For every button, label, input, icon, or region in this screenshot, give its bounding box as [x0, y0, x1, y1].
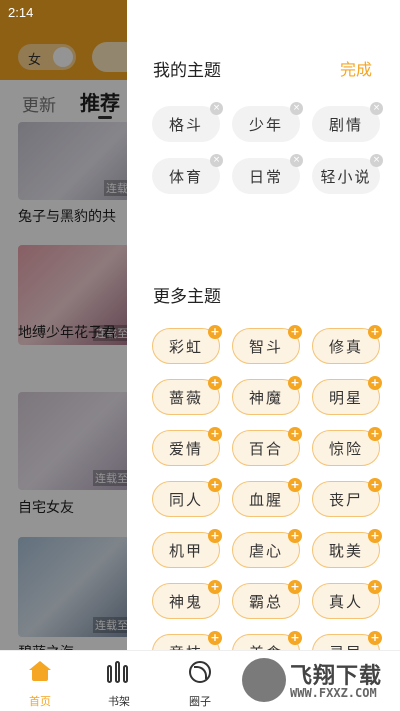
topic-chip-label: 竞技	[169, 642, 203, 651]
topic-chip-label: 机甲	[168, 541, 203, 560]
add-topic-icon[interactable]: +	[288, 529, 302, 543]
topic-chip-label: 丧尸	[328, 490, 363, 509]
more-topics-title: 更多主题	[153, 287, 221, 307]
topic-chip-label: 神魔	[248, 388, 283, 407]
topic-chip[interactable]: 霸总 +	[232, 580, 302, 619]
add-topic-icon[interactable]: +	[288, 325, 302, 339]
topic-chip-label: 修真	[328, 337, 363, 356]
topic-chip-label: 惊险	[328, 439, 363, 458]
remove-topic-icon[interactable]: ×	[290, 102, 303, 115]
nav-circle-label: 圈子	[189, 695, 211, 708]
topic-chip-label: 美食	[249, 642, 283, 651]
nav-bookshelf-label: 书架	[108, 695, 130, 708]
add-topic-icon[interactable]: +	[288, 478, 302, 492]
add-topic-icon[interactable]: +	[288, 580, 302, 594]
add-topic-icon[interactable]: +	[368, 631, 382, 645]
home-icon	[29, 661, 51, 681]
topic-chip[interactable]: 百合 +	[232, 427, 302, 466]
add-topic-icon[interactable]: +	[208, 376, 222, 390]
topic-chip-label: 神鬼	[168, 592, 203, 611]
topic-chip[interactable]: 日常 ×	[232, 154, 303, 194]
nav-home[interactable]: 首页	[10, 659, 70, 708]
nav-home-label: 首页	[29, 695, 51, 708]
topic-chip-label: 格斗	[168, 115, 203, 134]
topic-chip-label: 智斗	[248, 337, 283, 356]
topic-chip-label: 日常	[248, 167, 283, 186]
topic-chip[interactable]: 血腥 +	[232, 478, 302, 517]
topic-chip[interactable]: 惊险 +	[312, 427, 382, 466]
add-topic-icon[interactable]: +	[208, 631, 222, 645]
watermark-url: WWW.FXXZ.COM	[290, 686, 377, 700]
topic-chip[interactable]: 剧情 ×	[312, 102, 383, 142]
topic-chip[interactable]: 真人 +	[312, 580, 382, 619]
topic-chip-label: 霸总	[248, 592, 283, 611]
bookshelf-icon	[107, 661, 131, 683]
add-topic-icon[interactable]: +	[368, 376, 382, 390]
topic-chip-label: 百合	[248, 439, 283, 458]
topic-drawer: 我的主题 完成 格斗 × 少年 × 剧情 × 体育 × 日常 × 轻小说 × 更多主题 彩虹 + 智斗 + 修…	[127, 0, 400, 650]
topic-chip[interactable]: 格斗 ×	[152, 102, 223, 142]
topic-chip-label: 灵异	[329, 642, 363, 651]
topic-chip-label: 彩虹	[168, 337, 203, 356]
watermark: 飞翔下载 WWW.FXXZ.COM	[242, 654, 392, 706]
topic-chip[interactable]: 彩虹 +	[152, 325, 222, 364]
circle-icon	[189, 661, 211, 683]
add-topic-icon[interactable]: +	[208, 427, 222, 441]
watermark-logo-icon	[242, 658, 286, 702]
topic-chip[interactable]: 体育 ×	[152, 154, 223, 194]
topic-chip[interactable]: 修真 +	[312, 325, 382, 364]
add-topic-icon[interactable]: +	[208, 325, 222, 339]
topic-chip[interactable]: 竞技 +	[152, 631, 222, 651]
topic-chip-label: 虐心	[248, 541, 283, 560]
status-time: 2:14	[8, 5, 34, 20]
add-topic-icon[interactable]: +	[288, 631, 302, 645]
topic-chip[interactable]: 轻小说 ×	[312, 154, 383, 194]
topic-chip-label: 真人	[328, 592, 363, 611]
nav-bookshelf[interactable]: 书架	[89, 659, 149, 708]
remove-topic-icon[interactable]: ×	[210, 154, 223, 167]
topic-chip-label: 体育	[168, 167, 203, 186]
topic-chip[interactable]: 同人 +	[152, 478, 222, 517]
topic-chip[interactable]: 丧尸 +	[312, 478, 382, 517]
topic-chip-label: 爱情	[168, 439, 203, 458]
add-topic-icon[interactable]: +	[368, 325, 382, 339]
add-topic-icon[interactable]: +	[208, 580, 222, 594]
topic-chip[interactable]: 机甲 +	[152, 529, 222, 568]
nav-circle[interactable]: 圈子	[170, 659, 230, 708]
add-topic-icon[interactable]: +	[208, 529, 222, 543]
topic-chip[interactable]: 明星 +	[312, 376, 382, 415]
topic-chip-label: 少年	[248, 115, 283, 134]
add-topic-icon[interactable]: +	[368, 478, 382, 492]
topic-chip[interactable]: 灵异 +	[312, 631, 382, 651]
done-button[interactable]: 完成	[340, 56, 372, 80]
add-topic-icon[interactable]: +	[208, 478, 222, 492]
drawer-scrim[interactable]	[0, 0, 127, 650]
add-topic-icon[interactable]: +	[368, 427, 382, 441]
add-topic-icon[interactable]: +	[288, 427, 302, 441]
topic-chip[interactable]: 美食 +	[232, 631, 302, 651]
topic-chip-label: 明星	[328, 388, 363, 407]
my-topics-title: 我的主题	[153, 61, 221, 81]
add-topic-icon[interactable]: +	[368, 529, 382, 543]
topic-chip[interactable]: 虐心 +	[232, 529, 302, 568]
topic-chip-label: 同人	[168, 490, 203, 509]
add-topic-icon[interactable]: +	[368, 580, 382, 594]
topic-chip-label: 蔷薇	[168, 388, 203, 407]
add-topic-icon[interactable]: +	[288, 376, 302, 390]
remove-topic-icon[interactable]: ×	[370, 102, 383, 115]
remove-topic-icon[interactable]: ×	[290, 154, 303, 167]
topic-chip-label: 耽美	[328, 541, 363, 560]
topic-chip[interactable]: 智斗 +	[232, 325, 302, 364]
remove-topic-icon[interactable]: ×	[210, 102, 223, 115]
topic-chip-label: 剧情	[328, 115, 363, 134]
topic-chip[interactable]: 爱情 +	[152, 427, 222, 466]
topic-chip[interactable]: 神魔 +	[232, 376, 302, 415]
topic-chip[interactable]: 少年 ×	[232, 102, 303, 142]
topic-chip-label: 血腥	[248, 490, 283, 509]
topic-chip[interactable]: 蔷薇 +	[152, 376, 222, 415]
topic-chip-label: 轻小说	[320, 167, 372, 186]
topic-chip[interactable]: 耽美 +	[312, 529, 382, 568]
topic-chip[interactable]: 神鬼 +	[152, 580, 222, 619]
remove-topic-icon[interactable]: ×	[370, 154, 383, 167]
